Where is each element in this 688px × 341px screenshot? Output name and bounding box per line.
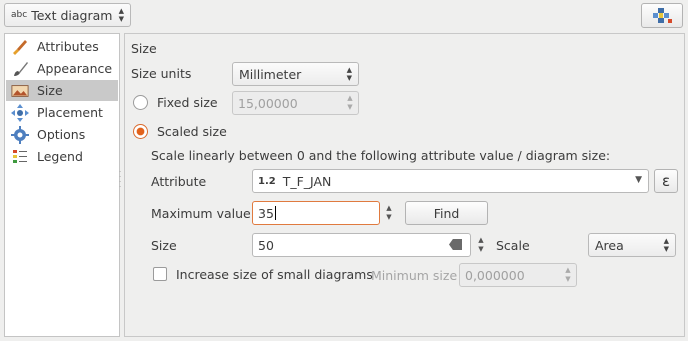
sidebar-item-label: Appearance [37,61,113,76]
scale-value: Area [595,237,624,253]
max-value-input[interactable]: 35 [252,201,380,225]
sidebar-item-appearance[interactable]: Appearance [6,58,118,79]
renderer-prefix: abc [11,10,28,20]
fixed-size-spinner[interactable]: ▲ ▼ [343,91,357,115]
sidebar-item-options[interactable]: Options [6,124,118,145]
find-button[interactable]: Find [405,201,488,225]
fixed-size-radio[interactable] [133,95,148,110]
size-units-label: Size units [131,66,192,81]
splitter-handle[interactable]: · · · · [119,169,123,192]
scaled-size-radio[interactable] [133,124,148,139]
min-size-label: Minimum size [371,268,458,283]
fixed-size-input[interactable]: 15,00000 [232,91,359,115]
scale-label: Scale [496,238,530,253]
max-value-label: Maximum value [151,206,251,221]
attribute-combo[interactable]: 1.2 T_F_JAN ▼ [252,169,649,193]
scaled-size-label: Scaled size [157,124,227,139]
combo-arrows-icon: ▲ ▼ [118,7,124,23]
size-image-icon [11,82,29,100]
settings-list: Attributes Appearance Size Placement Opt… [4,33,120,337]
size-value: 50 [258,237,274,253]
increase-size-checkbox[interactable] [153,267,167,281]
placement-arrows-icon [11,103,29,122]
scale-description: Scale linearly between 0 and the followi… [151,148,611,163]
section-title: Size [131,41,157,56]
find-label: Find [433,205,460,221]
renderer-combo[interactable]: abc Text diagram ▲ ▼ [4,3,131,27]
sidebar-item-placement[interactable]: Placement [6,102,118,123]
attribute-label: Attribute [151,174,207,189]
text-cursor [274,206,276,220]
diagram-grid-icon [653,7,672,23]
dropdown-arrow-icon: ▼ [635,175,642,185]
sidebar-item-label: Attributes [37,39,99,54]
legend-icon [11,148,29,166]
options-gear-icon [11,125,29,144]
size-units-combo[interactable]: Millimeter ▲ ▼ [232,62,359,86]
min-size-spinner[interactable]: ▲ ▼ [561,263,575,287]
sidebar-item-label: Options [37,127,86,142]
brush-icon [11,60,29,78]
min-size-value: 0,000000 [465,267,525,283]
sidebar-item-size[interactable]: Size [6,80,118,101]
size-units-value: Millimeter [239,66,302,82]
attribute-value: T_F_JAN [282,173,332,189]
scale-combo[interactable]: Area ▲ ▼ [588,233,676,257]
expression-icon: ε [661,172,671,190]
renderer-value: Text diagram [31,7,113,23]
combo-arrows-icon: ▲ ▼ [346,66,352,82]
min-size-input[interactable]: 0,000000 [459,263,577,287]
size-spinner[interactable]: ▲ ▼ [474,233,488,257]
sidebar-item-label: Legend [37,149,83,164]
paintbrush-icon [11,38,29,56]
size-input[interactable]: 50 [252,233,471,257]
max-value-spinner[interactable]: ▲ ▼ [382,201,396,225]
style-manager-button[interactable] [641,3,683,28]
sidebar-item-legend[interactable]: Legend [6,146,118,167]
combo-arrows-icon: ▲ ▼ [663,237,669,253]
increase-size-label: Increase size of small diagrams [176,267,373,282]
expression-button[interactable]: ε [654,169,678,193]
sidebar-item-label: Placement [37,105,103,120]
max-value-text: 35 [258,205,274,221]
clear-icon[interactable] [449,239,462,250]
field-type-badge: 1.2 [258,175,276,187]
sidebar-item-label: Size [37,83,63,98]
fixed-size-label: Fixed size [157,95,218,110]
size-label: Size [151,238,177,253]
fixed-size-value: 15,00000 [238,95,298,111]
sidebar-item-attributes[interactable]: Attributes [6,36,118,57]
